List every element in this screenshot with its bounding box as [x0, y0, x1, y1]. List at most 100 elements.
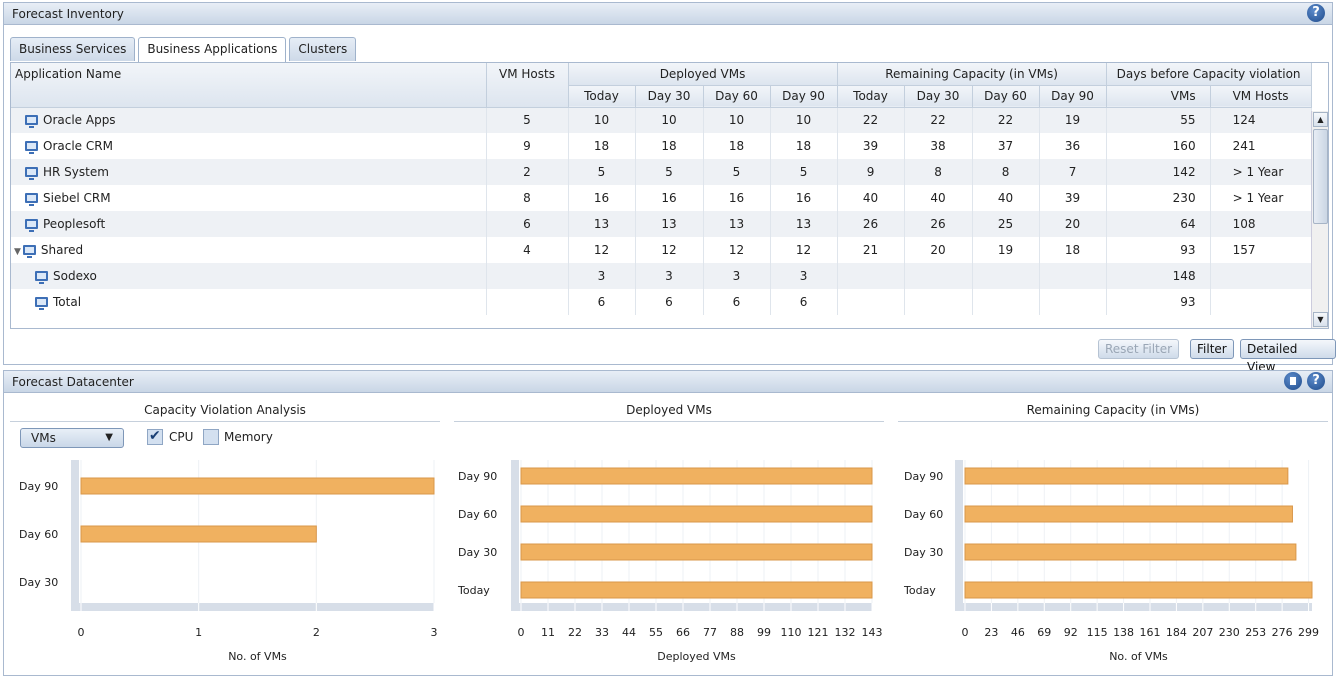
- cell-d90: 10: [770, 107, 838, 133]
- scroll-down-arrow-icon[interactable]: ▼: [1313, 312, 1328, 327]
- cell-d90: 18: [770, 133, 838, 159]
- expand-triangle-icon[interactable]: ▼: [14, 247, 21, 257]
- filter-button[interactable]: Filter: [1190, 339, 1234, 359]
- memory-checkbox[interactable]: [203, 429, 219, 445]
- scroll-thumb[interactable]: [1313, 129, 1328, 224]
- table-scrollbar[interactable]: ▲ ▼: [1311, 111, 1328, 328]
- y-tick-label: Day 60: [19, 528, 58, 541]
- monitor-icon: [25, 167, 38, 180]
- monitor-icon: [35, 271, 48, 284]
- col-deployed-day60[interactable]: Day 60: [703, 85, 771, 108]
- chart-divider: [898, 421, 1328, 422]
- bar-day-60[interactable]: [520, 505, 873, 523]
- y-axis-band: [71, 460, 79, 604]
- app-name-cell[interactable]: Oracle CRM: [11, 133, 487, 159]
- col-days-vms[interactable]: VMs: [1106, 85, 1211, 108]
- cell-r60: 37: [972, 133, 1040, 159]
- bar-today[interactable]: [964, 581, 1313, 599]
- detailed-view-button[interactable]: Detailed View: [1240, 339, 1336, 374]
- cell-d60: 6: [703, 289, 771, 315]
- col-deployed-day30[interactable]: Day 30: [635, 85, 704, 108]
- export-document-icon[interactable]: [1284, 372, 1302, 390]
- cell-r60: 22: [972, 107, 1040, 133]
- y-tick-label: Day 90: [904, 470, 943, 483]
- cell-d60: 16: [703, 185, 771, 211]
- tab-clusters[interactable]: Clusters: [289, 37, 357, 61]
- cell-r30: 22: [904, 107, 973, 133]
- x-axis-band: [71, 603, 434, 611]
- app-name-cell[interactable]: Total: [11, 289, 487, 315]
- col-deployed-day90[interactable]: Day 90: [770, 85, 838, 108]
- bar-day-60[interactable]: [80, 525, 317, 543]
- help-icon[interactable]: ?: [1307, 372, 1325, 390]
- col-remaining-day30[interactable]: Day 30: [904, 85, 973, 108]
- metric-select[interactable]: VMs ▼: [20, 428, 124, 448]
- col-group-days-before: Days before Capacity violation: [1106, 63, 1312, 86]
- deployed-vms-chart: 0 11 22 33 44 55 66 77 88 99 110 121 132 143 Day 90 Day…: [457, 460, 883, 663]
- x-tick-label: 99: [757, 626, 771, 639]
- monitor-icon: [25, 193, 38, 206]
- scroll-up-arrow-icon[interactable]: ▲: [1313, 112, 1328, 127]
- cell-d0: 6: [568, 289, 636, 315]
- tab-business-services[interactable]: Business Services: [10, 37, 136, 61]
- cell-r30: [904, 263, 973, 289]
- app-name-cell[interactable]: Oracle Apps: [11, 107, 487, 133]
- col-days-vm-hosts[interactable]: VM Hosts: [1210, 85, 1312, 108]
- col-remaining-day60[interactable]: Day 60: [972, 85, 1040, 108]
- table-row[interactable]: Total 6 6 6 6 93: [11, 289, 1312, 315]
- app-name-cell[interactable]: HR System: [11, 159, 487, 185]
- bar-day-90[interactable]: [520, 467, 873, 485]
- col-group-deployed: Deployed VMs: [568, 63, 838, 86]
- cell-d30: 5: [635, 159, 704, 185]
- bar-day-30[interactable]: [964, 543, 1297, 561]
- bar-day-90[interactable]: [80, 477, 435, 495]
- cpu-checkbox-label: CPU: [169, 430, 194, 444]
- cpu-checkbox[interactable]: [147, 428, 163, 445]
- app-name-cell[interactable]: Sodexo: [11, 263, 487, 289]
- y-tick-label: Day 90: [458, 470, 497, 483]
- help-icon[interactable]: ?: [1307, 4, 1325, 22]
- cell-r60: [972, 289, 1040, 315]
- app-name-cell[interactable]: Peoplesoft: [11, 211, 487, 237]
- cell-r60: 8: [972, 159, 1040, 185]
- x-tick-label: 69: [1037, 626, 1051, 639]
- cell-d30: 3: [635, 263, 704, 289]
- bar-today[interactable]: [520, 581, 873, 599]
- cell-vms: 93: [1106, 237, 1211, 263]
- col-vm-hosts[interactable]: VM Hosts: [486, 63, 569, 108]
- cell-r0: [837, 289, 905, 315]
- tab-business-applications[interactable]: Business Applications: [138, 37, 287, 62]
- cell-vms: 142: [1106, 159, 1211, 185]
- table-row[interactable]: Sodexo 3 3 3 3 148: [11, 263, 1312, 289]
- app-name-cell[interactable]: Siebel CRM: [11, 185, 487, 211]
- capacity-violation-chart: 0 1 2 3 Day 90 Day 60 Day 30 No. of VMs: [19, 460, 438, 663]
- table-row[interactable]: Oracle CRM 9 18 18 18 18 39 38 37 36 160 241: [11, 133, 1312, 159]
- x-tick-label: 207: [1192, 626, 1213, 639]
- table-row[interactable]: Siebel CRM 8 16 16 16 16 40 40 40 39 230 > 1 Year: [11, 185, 1312, 211]
- bar-day-60[interactable]: [964, 505, 1293, 523]
- table-row[interactable]: Peoplesoft 6 13 13 13 13 26 26 25 20 64 108: [11, 211, 1312, 237]
- col-deployed-today[interactable]: Today: [568, 85, 636, 108]
- cell-vmh: 108: [1210, 211, 1312, 237]
- x-tick-label: 66: [676, 626, 690, 639]
- bar-day-90[interactable]: [964, 467, 1289, 485]
- cell-vms: 160: [1106, 133, 1211, 159]
- cell-d90: 5: [770, 159, 838, 185]
- table-row[interactable]: ▼ Shared 4 12 12 12 12 21 20 19 18 93 157: [11, 237, 1312, 263]
- col-application-name[interactable]: Application Name: [11, 63, 487, 108]
- inventory-panel-header: Forecast Inventory: [3, 2, 1333, 25]
- reset-filter-button[interactable]: Reset Filter: [1098, 339, 1180, 359]
- cell-vms: 55: [1106, 107, 1211, 133]
- table-row[interactable]: HR System 2 5 5 5 5 9 8 8 7 142 > 1 Year: [11, 159, 1312, 185]
- app-name-cell[interactable]: ▼ Shared: [11, 237, 487, 263]
- cell-vmh: 241: [1210, 133, 1312, 159]
- x-tick-label: 88: [730, 626, 744, 639]
- x-tick-label: 44: [622, 626, 636, 639]
- col-remaining-day90[interactable]: Day 90: [1039, 85, 1107, 108]
- cell-vms: 93: [1106, 289, 1211, 315]
- bar-day-30[interactable]: [520, 543, 873, 561]
- cell-d0: 18: [568, 133, 636, 159]
- col-remaining-today[interactable]: Today: [837, 85, 905, 108]
- x-tick-label: 55: [649, 626, 663, 639]
- table-row[interactable]: Oracle Apps 5 10 10 10 10 22 22 22 19 55 124: [11, 107, 1312, 133]
